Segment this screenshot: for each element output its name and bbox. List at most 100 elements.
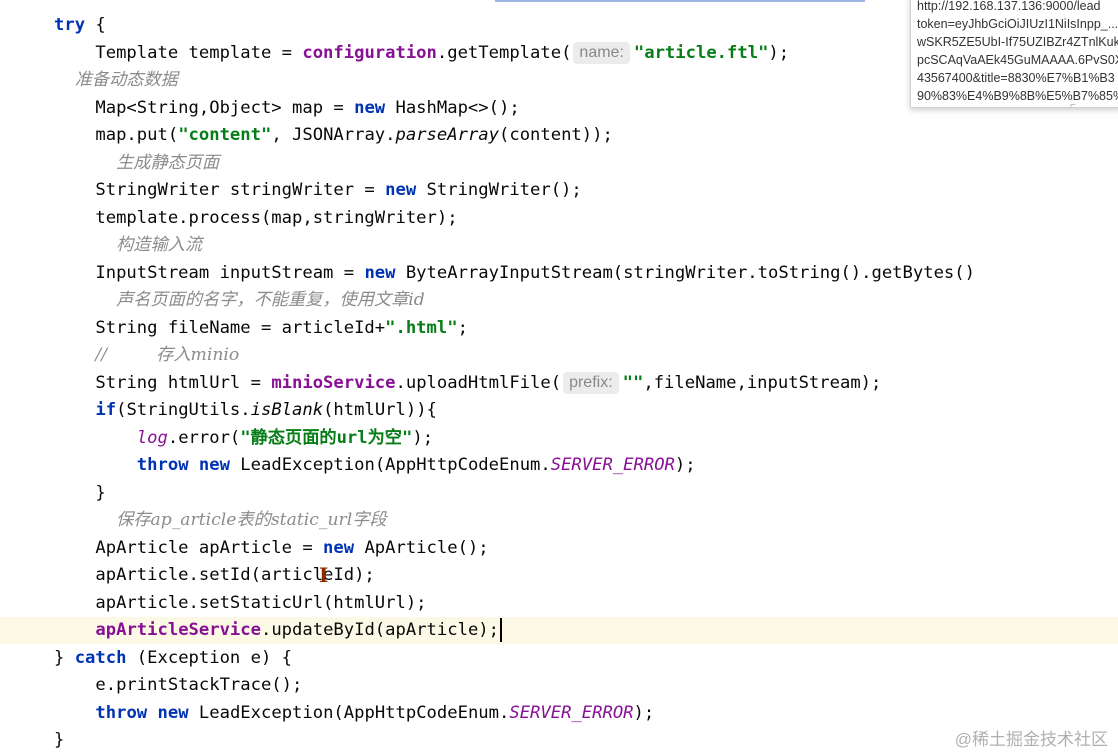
code-token: template.process(map,stringWriter); [54, 207, 458, 228]
code-comment: 准备动态数据 [74, 70, 178, 90]
code-comment: 声名页面的名字，不能重复，使用文章id [116, 290, 425, 310]
code-token: .updateById(apArticle); [260, 620, 499, 640]
code-token: new [364, 262, 396, 283]
code-line[interactable]: 声名页面的名字，不能重复，使用文章id [0, 287, 1118, 314]
code-token: ApArticle apArticle = [54, 537, 324, 558]
code-line[interactable]: String fileName = articleId+".html"; [0, 315, 1118, 342]
code-comment: 生成静态页面 [116, 152, 220, 173]
code-line[interactable]: StringWriter stringWriter = new StringWr… [0, 177, 1118, 204]
code-token: "静态页面的url为空" [240, 427, 413, 448]
code-token: if [95, 400, 117, 420]
code-editor[interactable]: try { Template template = configuration.… [0, 0, 1118, 756]
code-token: InputStream inputStream = [54, 262, 365, 283]
tooltip-line: pcSCAqVaAEk45GuMAAAA.6PvS0X [917, 53, 1118, 67]
code-token: .uploadHtmlFile( [395, 372, 562, 393]
code-token: apArticleService [95, 620, 261, 640]
code-line[interactable]: apArticleService.updateById(apArticle); [0, 617, 1118, 644]
code-line[interactable]: throw new LeadException(AppHttpCodeEnum.… [0, 700, 1118, 727]
code-token: "content" [178, 125, 272, 145]
code-token: ,fileName,inputStream); [643, 372, 882, 393]
code-line[interactable]: apArticle.setId(articleId); [0, 562, 1118, 589]
tooltip-line: token=eyJhbGciOiJIUzI1NiIsInpp_... [917, 17, 1118, 31]
code-token: new [385, 180, 417, 200]
watermark: @稀土掘金技术社区 [954, 730, 1108, 749]
code-line[interactable]: } [0, 727, 1118, 754]
code-token: isBlank [250, 400, 324, 420]
code-token: throw [136, 455, 189, 475]
code-line[interactable]: } [0, 480, 1118, 507]
code-token: apArticle.setStaticUrl(htmlUrl); [54, 592, 427, 613]
code-token: throw [95, 702, 148, 723]
code-token: LeadException(AppHttpCodeEnum. [188, 702, 510, 723]
code-line[interactable]: map.put("content", JSONArray.parseArray(… [0, 122, 1118, 149]
code-token: } [54, 647, 75, 668]
code-token: StringWriter stringWriter = [54, 180, 386, 200]
code-comment: 构造输入流 [116, 235, 203, 255]
tooltip-line: wSKR5ZE5UbI-If75UZIBZr4ZTnlKuko [917, 35, 1118, 49]
code-token: } [54, 730, 65, 750]
code-line[interactable]: 生成静态页面 [0, 150, 1118, 177]
code-token: String htmlUrl = [54, 372, 272, 393]
code-token: minioService [271, 372, 396, 393]
code-token: "article.ftl" [633, 42, 769, 63]
code-token: (Exception e) { [126, 647, 293, 668]
code-token: try [54, 15, 86, 35]
code-token: SERVER_ERROR [509, 702, 634, 723]
code-token: , JSONArray. [271, 125, 396, 145]
code-line[interactable]: template.process(map,stringWriter); [0, 205, 1118, 232]
scroll-marker: ⌐ [1070, 100, 1076, 111]
code-token: "" [622, 372, 644, 393]
code-token: ); [412, 427, 434, 448]
code-token: ); [768, 42, 790, 63]
text-cursor-icon: I [319, 563, 329, 587]
code-line[interactable]: 构造输入流 [0, 232, 1118, 259]
code-line[interactable]: e.printStackTrace(); [0, 672, 1118, 699]
code-token: } [54, 482, 106, 503]
code-token: log [136, 427, 168, 448]
code-line[interactable]: throw new LeadException(AppHttpCodeEnum.… [0, 452, 1118, 479]
code-comment: 保存ap_article表的static_url字段 [116, 510, 387, 530]
code-token: (htmlUrl)){ [323, 400, 437, 420]
code-line[interactable]: apArticle.setStaticUrl(htmlUrl); [0, 590, 1118, 617]
code-token: ); [674, 455, 696, 475]
tooltip-line: 43567400&title=8830%E7%B1%B3 [917, 71, 1115, 85]
code-token: map.put( [54, 125, 179, 145]
code-line[interactable]: String htmlUrl = minioService.uploadHtml… [0, 370, 1118, 397]
code-token: StringWriter(); [416, 180, 582, 200]
code-token: ".html" [385, 317, 458, 338]
parameter-hint: prefix: [563, 371, 619, 394]
code-comment: // 存入minio [95, 345, 240, 365]
code-line[interactable]: } catch (Exception e) { [0, 645, 1118, 672]
text-caret [499, 618, 502, 642]
code-token: LeadException(AppHttpCodeEnum. [229, 455, 551, 475]
code-line[interactable]: InputStream inputStream = new ByteArrayI… [0, 260, 1118, 287]
code-token: Template template = [54, 42, 303, 63]
code-token: ; [457, 317, 468, 338]
code-token: configuration [302, 42, 437, 63]
code-line[interactable]: 保存ap_article表的static_url字段 [0, 507, 1118, 534]
code-token: new [198, 455, 230, 475]
code-token: .getTemplate( [436, 42, 572, 63]
code-line[interactable]: ApArticle apArticle = new ApArticle(); [0, 535, 1118, 562]
code-token: new [157, 702, 189, 723]
code-token: new [323, 537, 355, 558]
code-token: ApArticle(); [354, 537, 489, 558]
code-line[interactable]: if(StringUtils.isBlank(htmlUrl)){ [0, 397, 1118, 424]
code-token: Map<String,Object> map = [54, 97, 355, 118]
code-line[interactable]: log.error("静态页面的url为空"); [0, 425, 1118, 452]
code-line[interactable]: // 存入minio [0, 342, 1118, 369]
url-tooltip: http://192.168.137.136:9000/lead token=ey… [910, 0, 1118, 108]
code-token: new [354, 97, 386, 118]
code-token: .error( [167, 427, 241, 448]
code-token: ByteArrayInputStream(stringWriter.toStri… [395, 262, 975, 283]
parameter-hint: name: [573, 41, 630, 64]
